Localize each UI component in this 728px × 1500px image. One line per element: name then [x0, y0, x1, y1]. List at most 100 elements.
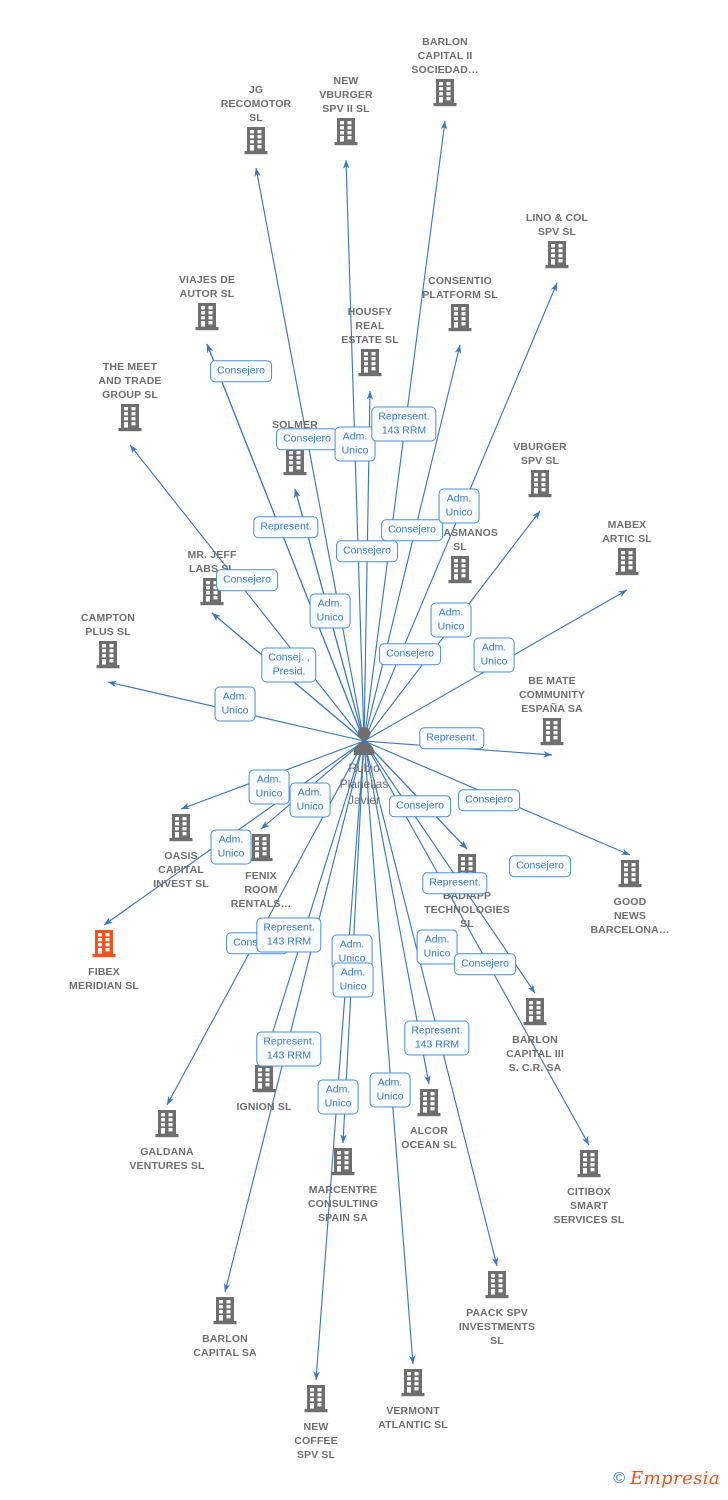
company-node-fibex[interactable]: FIBEX MERIDIAN SL: [44, 928, 164, 993]
company-node-lino[interactable]: LINO & COL SPV SL: [497, 211, 617, 275]
company-node-campton[interactable]: CAMPTON PLUS SL: [48, 611, 168, 675]
relation-badge-r22[interactable]: Represent.: [422, 872, 488, 894]
person-avatar[interactable]: [350, 727, 378, 759]
company-icon-ignion[interactable]: [204, 1064, 324, 1099]
relation-badge-r30[interactable]: Represent. 143 RRM: [404, 1020, 470, 1056]
company-icon-mabex[interactable]: [567, 547, 687, 582]
relation-badge-r18[interactable]: Adm. Unico: [289, 782, 331, 818]
company-icon-marcentre[interactable]: [283, 1147, 403, 1182]
company-icon-vburger[interactable]: [480, 469, 600, 504]
company-icon-citibox[interactable]: [529, 1149, 649, 1184]
copyright-icon: ©: [613, 1470, 626, 1487]
company-node-barloncap[interactable]: BARLON CAPITAL SA: [165, 1295, 285, 1360]
relation-badge-r12[interactable]: Consejero: [379, 643, 441, 665]
company-node-barlon2[interactable]: BARLON CAPITAL II SOCIEDAD…: [385, 35, 505, 113]
company-node-barlon3[interactable]: BARLON CAPITAL III S. C.R. SA: [475, 996, 595, 1075]
company-icon-housfy[interactable]: [310, 348, 430, 383]
building-icon: [304, 1385, 328, 1413]
company-label: BARLON CAPITAL II SOCIEDAD…: [411, 36, 479, 76]
relation-badge-r23[interactable]: Consejero: [509, 855, 571, 877]
building-icon: [417, 1089, 441, 1117]
relation-badge-r4[interactable]: Represent. 143 RRM: [371, 406, 437, 442]
company-label: VIAJES DE AUTOR SL: [178, 274, 236, 300]
company-node-vburger[interactable]: VBURGER SPV SL: [480, 440, 600, 504]
company-node-newcoffee[interactable]: NEW COFFEE SPV SL: [256, 1383, 376, 1462]
relation-badge-r16[interactable]: Represent.: [419, 727, 485, 749]
company-icon-galdana[interactable]: [107, 1109, 227, 1144]
company-icon-paack[interactable]: [437, 1270, 557, 1305]
building-icon: [169, 814, 193, 842]
relation-badge-r7[interactable]: Consejero: [381, 519, 443, 541]
company-icon-fibex[interactable]: [44, 929, 164, 964]
building-icon: [615, 548, 639, 576]
company-label: GALDANA VENTURES SL: [129, 1146, 205, 1172]
company-label: FIBEX MERIDIAN SL: [69, 966, 139, 992]
company-node-viajes[interactable]: VIAJES DE AUTOR SL: [147, 273, 267, 337]
company-node-housfy[interactable]: HOUSFY REAL ESTATE SL: [310, 305, 430, 383]
company-node-citibox[interactable]: CITIBOX SMART SERVICES SL: [529, 1148, 649, 1227]
company-icon-viajes[interactable]: [147, 302, 267, 337]
company-node-themeet[interactable]: THE MEET AND TRADE GROUP SL: [70, 360, 190, 438]
company-label: PAACK SPV INVESTMENTS SL: [458, 1307, 536, 1347]
relation-badge-r10[interactable]: Adm. Unico: [309, 593, 351, 629]
company-icon-enlasmanos[interactable]: [400, 555, 520, 590]
relation-badge-r27[interactable]: Adm. Unico: [416, 929, 458, 965]
company-label: HOUSFY REAL ESTATE SL: [341, 306, 399, 346]
building-icon: [244, 127, 268, 155]
relation-badge-r15[interactable]: Adm. Unico: [214, 686, 256, 722]
relation-badge-r3[interactable]: Adm. Unico: [334, 426, 376, 462]
building-icon: [213, 1297, 237, 1325]
company-icon-bemate[interactable]: [492, 717, 612, 752]
company-icon-goodnews[interactable]: [570, 859, 690, 894]
network-diagram-canvas: JG RECOMOTOR SL NEW VBURGER SPV II SL BARL…: [0, 0, 728, 1500]
company-icon-newcoffee[interactable]: [256, 1384, 376, 1419]
relation-badge-r11[interactable]: Adm. Unico: [430, 602, 472, 638]
company-icon-campton[interactable]: [48, 640, 168, 675]
relation-badge-r32[interactable]: Adm. Unico: [317, 1079, 359, 1115]
relation-badge-r33[interactable]: Adm. Unico: [369, 1072, 411, 1108]
company-node-bemate[interactable]: BE MATE COMMUNITY ESPAÑA SA: [492, 674, 612, 752]
company-label: FENIX ROOM RENTALS…: [230, 870, 292, 910]
company-label: MARCENTRE CONSULTING SPAIN SA: [307, 1184, 379, 1224]
relation-badge-r17[interactable]: Adm. Unico: [248, 769, 290, 805]
person-icon: [353, 727, 375, 755]
company-icon-themeet[interactable]: [70, 403, 190, 438]
company-node-marcentre[interactable]: MARCENTRE CONSULTING SPAIN SA: [283, 1146, 403, 1225]
company-node-mabex[interactable]: MABEX ARTIC SL: [567, 518, 687, 582]
relation-badge-r25[interactable]: Represent. 143 RRM: [256, 917, 322, 953]
company-icon-barloncap[interactable]: [165, 1296, 285, 1331]
building-icon: [92, 930, 116, 958]
company-label: CITIBOX SMART SERVICES SL: [553, 1186, 625, 1226]
company-label: BADIAPP TECHNOLOGIES SL: [424, 890, 510, 930]
relation-badge-r13[interactable]: Adm. Unico: [473, 637, 515, 673]
relation-badge-r19[interactable]: Consejero: [389, 795, 451, 817]
building-icon: [523, 998, 547, 1026]
company-node-ignion[interactable]: IGNION SL: [204, 1063, 324, 1114]
company-label: NEW COFFEE SPV SL: [294, 1421, 338, 1461]
relation-badge-r29[interactable]: Adm. Unico: [332, 962, 374, 998]
relation-badge-r14[interactable]: Consej. , Presid.: [261, 647, 317, 683]
company-node-paack[interactable]: PAACK SPV INVESTMENTS SL: [437, 1269, 557, 1348]
relation-badge-r2[interactable]: Consejero: [276, 428, 338, 450]
relation-badge-r8[interactable]: Adm. Unico: [438, 488, 480, 524]
relation-badge-r21[interactable]: Adm. Unico: [210, 829, 252, 865]
relation-badge-r20[interactable]: Consejero: [458, 789, 520, 811]
building-icon: [252, 1065, 276, 1093]
relation-badge-r31[interactable]: Represent. 143 RRM: [256, 1031, 322, 1067]
company-label: GOOD NEWS BARCELONA…: [590, 896, 670, 936]
relation-badge-r28[interactable]: Consejero: [454, 953, 516, 975]
company-node-goodnews[interactable]: GOOD NEWS BARCELONA…: [570, 858, 690, 937]
relation-badge-r5[interactable]: Represent.: [253, 516, 319, 538]
company-icon-barlon3[interactable]: [475, 997, 595, 1032]
building-icon: [118, 404, 142, 432]
relation-badge-r1[interactable]: Consejero: [210, 360, 272, 382]
company-icon-lino[interactable]: [497, 240, 617, 275]
building-icon: [283, 448, 307, 476]
company-icon-nvburger[interactable]: [286, 117, 406, 152]
relation-badge-r9[interactable]: Consejero: [216, 569, 278, 591]
company-icon-barlon2[interactable]: [385, 78, 505, 113]
watermark: © Empresia: [613, 1470, 720, 1488]
relation-badge-r6[interactable]: Consejero: [336, 540, 398, 562]
company-node-galdana[interactable]: GALDANA VENTURES SL: [107, 1108, 227, 1173]
company-label: BARLON CAPITAL SA: [193, 1333, 257, 1359]
